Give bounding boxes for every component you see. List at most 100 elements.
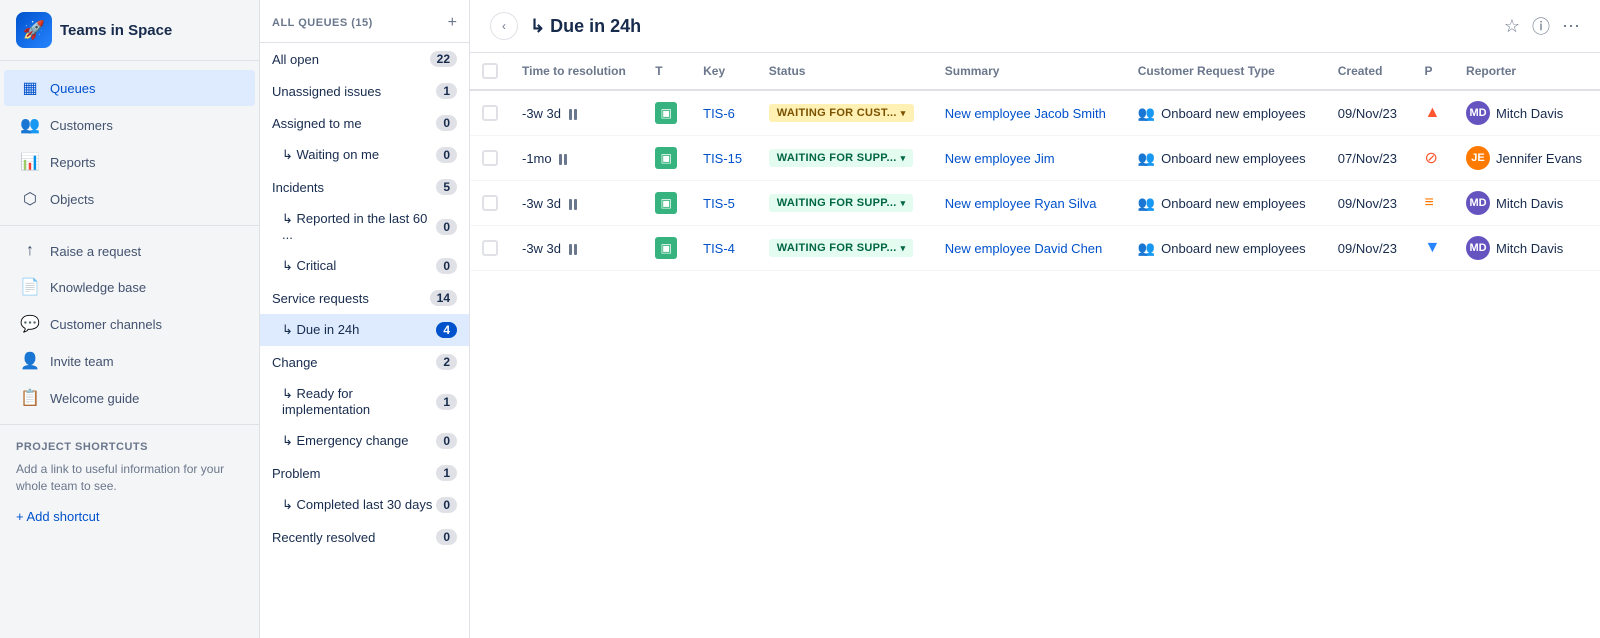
issue-key-link[interactable]: TIS-5 — [703, 196, 735, 211]
queue-item-waiting-on-me[interactable]: ↳ Waiting on me 0 — [260, 139, 469, 171]
table-header-row: Time to resolution T Key Status Summary … — [470, 53, 1600, 90]
select-all-checkbox[interactable] — [482, 63, 498, 79]
time-to-resolution-cell: -3w 3d — [510, 90, 643, 136]
sidebar-item-invite-team[interactable]: 👤 Invite team — [4, 343, 255, 379]
status-badge[interactable]: WAITING FOR CUST... ▾ — [769, 104, 914, 122]
sidebar-item-knowledge-base[interactable]: 📄 Knowledge base — [4, 269, 255, 305]
sidebar-item-queues[interactable]: ▦ Queues — [4, 70, 255, 106]
summary-link[interactable]: New employee Jim — [945, 151, 1055, 166]
queue-item-all-open[interactable]: All open 22 — [260, 43, 469, 75]
sidebar-item-customer-channels[interactable]: 💬 Customer channels — [4, 306, 255, 342]
sidebar-item-raise-request[interactable]: ↑ Raise a request — [4, 234, 255, 268]
crt-icon: 👥 — [1138, 240, 1155, 257]
sidebar-item-welcome-guide[interactable]: 📋 Welcome guide — [4, 380, 255, 416]
table-body: -3w 3d ▣ TIS-6 WAITING FOR CUST... ▾ New… — [470, 90, 1600, 271]
summary-link[interactable]: New employee David Chen — [945, 241, 1103, 256]
summary-link[interactable]: New employee Ryan Silva — [945, 196, 1097, 211]
sidebar-item-objects[interactable]: ⬡ Objects — [4, 181, 255, 217]
queue-item-assigned-to-me[interactable]: Assigned to me 0 — [260, 107, 469, 139]
app-title: Teams in Space — [60, 22, 172, 39]
issue-type-icon: ▣ — [655, 237, 677, 259]
pause-bar-2 — [564, 154, 567, 165]
reporter-name: Mitch Davis — [1496, 106, 1563, 121]
more-button[interactable]: ⋯ — [1562, 16, 1580, 37]
reporter-name: Mitch Davis — [1496, 196, 1563, 211]
reporter-name: Mitch Davis — [1496, 241, 1563, 256]
status-badge[interactable]: WAITING FOR SUPP... ▾ — [769, 149, 914, 167]
created-cell: 09/Nov/23 — [1326, 90, 1413, 136]
sidebar-item-customers[interactable]: 👥 Customers — [4, 107, 255, 143]
queue-item-emergency-change[interactable]: ↳ Emergency change 0 — [260, 425, 469, 457]
queue-item-count-due-in-24h: 4 — [436, 322, 457, 338]
collapse-button[interactable]: ‹ — [490, 12, 518, 40]
crt-content: 👥 Onboard new employees — [1138, 195, 1314, 212]
reporter-avatar: JE — [1466, 146, 1490, 170]
issue-key-link[interactable]: TIS-6 — [703, 106, 735, 121]
col-time-to-resolution: Time to resolution — [510, 53, 643, 90]
queue-item-count-waiting-on-me: 0 — [436, 147, 457, 163]
add-shortcut-button[interactable]: + Add shortcut — [0, 503, 259, 530]
status-cell: WAITING FOR CUST... ▾ — [757, 90, 933, 136]
queue-item-critical[interactable]: ↳ Critical 0 — [260, 250, 469, 282]
key-cell[interactable]: TIS-4 — [691, 226, 757, 271]
col-reporter: Reporter — [1454, 53, 1600, 90]
row-checkbox[interactable] — [482, 150, 498, 166]
status-cell: WAITING FOR SUPP... ▾ — [757, 181, 933, 226]
key-cell[interactable]: TIS-15 — [691, 136, 757, 181]
info-button[interactable]: ⓘ — [1532, 13, 1550, 39]
star-button[interactable]: ☆ — [1504, 16, 1520, 37]
crt-label: Onboard new employees — [1161, 151, 1306, 166]
queue-item-problem[interactable]: Problem 1 — [260, 457, 469, 489]
queue-item-recently-resolved[interactable]: Recently resolved 0 — [260, 521, 469, 553]
key-cell[interactable]: TIS-6 — [691, 90, 757, 136]
row-checkbox-cell — [470, 90, 510, 136]
queue-item-count-incidents: 5 — [436, 179, 457, 195]
queue-item-reported-last-60[interactable]: ↳ Reported in the last 60 ... 0 — [260, 203, 469, 250]
issue-key-link[interactable]: TIS-4 — [703, 241, 735, 256]
queues-icon: ▦ — [20, 78, 40, 98]
queue-item-count-all-open: 22 — [430, 51, 457, 67]
crt-label: Onboard new employees — [1161, 241, 1306, 256]
queue-item-completed-last-30[interactable]: ↳ Completed last 30 days 0 — [260, 489, 469, 521]
status-badge[interactable]: WAITING FOR SUPP... ▾ — [769, 194, 914, 212]
time-to-resolution-cell: -1mo — [510, 136, 643, 181]
status-badge[interactable]: WAITING FOR SUPP... ▾ — [769, 239, 914, 257]
col-crt: Customer Request Type — [1126, 53, 1326, 90]
row-checkbox[interactable] — [482, 240, 498, 256]
queue-item-incidents[interactable]: Incidents 5 — [260, 171, 469, 203]
key-cell[interactable]: TIS-5 — [691, 181, 757, 226]
crt-cell: 👥 Onboard new employees — [1126, 90, 1326, 136]
add-queue-button[interactable]: + — [448, 14, 457, 32]
priority-cell: ⊘ — [1413, 136, 1455, 181]
queues-label: Queues — [50, 81, 96, 96]
raise-request-label: Raise a request — [50, 244, 141, 259]
priority-cell: ▲ — [1413, 90, 1455, 136]
issue-table-wrapper: Time to resolution T Key Status Summary … — [470, 53, 1600, 638]
queue-item-ready-for-impl[interactable]: ↳ Ready for implementation 1 — [260, 378, 469, 425]
pause-bar-1 — [569, 244, 572, 255]
sidebar-item-reports[interactable]: 📊 Reports — [4, 144, 255, 180]
issue-key-link[interactable]: TIS-15 — [703, 151, 742, 166]
queue-item-due-in-24h[interactable]: ↳ Due in 24h 4 — [260, 314, 469, 346]
type-cell: ▣ — [643, 136, 691, 181]
knowledge-base-icon: 📄 — [20, 277, 40, 297]
summary-link[interactable]: New employee Jacob Smith — [945, 106, 1106, 121]
table-row: -1mo ▣ TIS-15 WAITING FOR SUPP... ▾ New … — [470, 136, 1600, 181]
queue-item-label-incidents: Incidents — [272, 180, 324, 195]
priority-icon: ⊘ — [1425, 150, 1438, 167]
time-to-resolution-cell: -3w 3d — [510, 226, 643, 271]
queue-item-unassigned-issues[interactable]: Unassigned issues 1 — [260, 75, 469, 107]
queue-item-service-requests[interactable]: Service requests 14 — [260, 282, 469, 314]
queue-item-count-change: 2 — [436, 354, 457, 370]
queue-item-label-critical: ↳ Critical — [272, 258, 336, 274]
type-cell: ▣ — [643, 226, 691, 271]
queue-item-change[interactable]: Change 2 — [260, 346, 469, 378]
reporter-avatar: MD — [1466, 236, 1490, 260]
table-row: -3w 3d ▣ TIS-4 WAITING FOR SUPP... ▾ New… — [470, 226, 1600, 271]
row-checkbox[interactable] — [482, 105, 498, 121]
pause-icon — [559, 154, 567, 165]
crt-cell: 👥 Onboard new employees — [1126, 226, 1326, 271]
row-checkbox[interactable] — [482, 195, 498, 211]
time-value: -3w 3d — [522, 196, 561, 211]
col-checkbox — [470, 53, 510, 90]
